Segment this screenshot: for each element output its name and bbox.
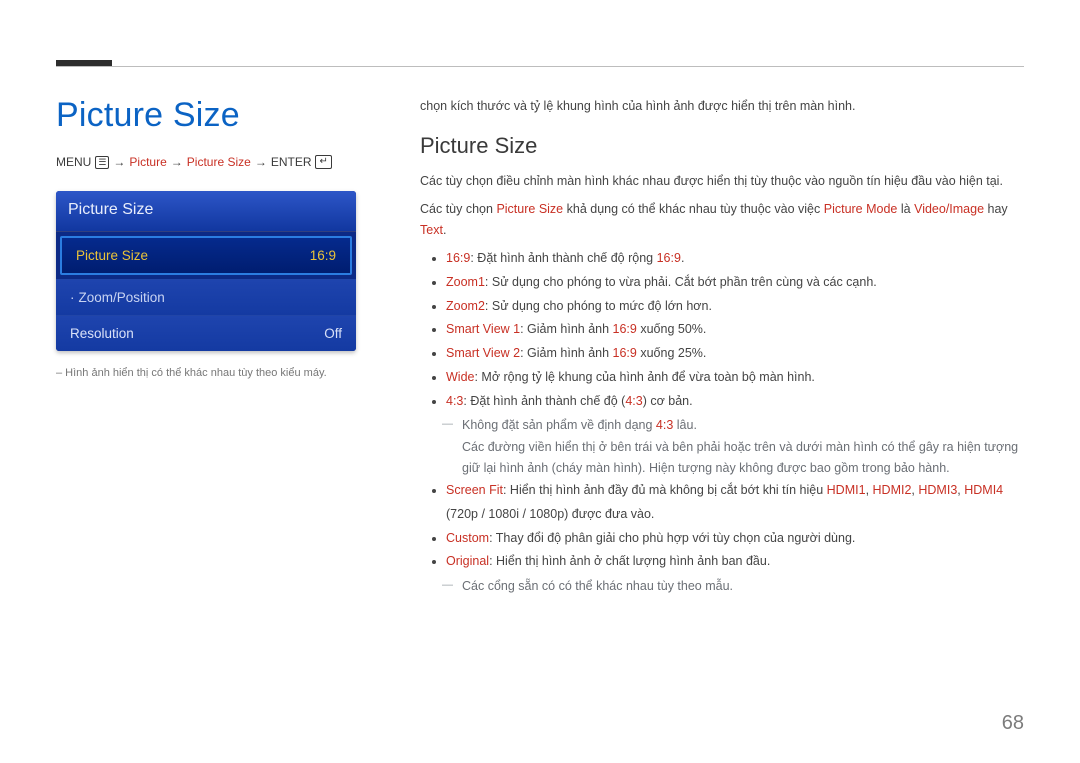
opt-key: Zoom1 (446, 275, 485, 289)
chevron-right-icon: → (171, 155, 183, 169)
hdmi-1: HDMI1 (827, 483, 866, 497)
menu-row-text: Zoom/Position (79, 290, 165, 305)
p2-d: Picture Mode (824, 202, 898, 216)
hdmi-4: HDMI4 (964, 483, 1003, 497)
p2-e: là (897, 202, 914, 216)
list-item: Zoom2: Sử dụng cho phóng to mức độ lớn h… (446, 295, 1024, 319)
menu-row-label: · Zoom/Position (70, 290, 165, 305)
subnote-pre: Không đặt sản phẩm về định dạng (462, 418, 656, 432)
menu-row-value: 16:9 (310, 248, 336, 263)
menu-row-zoom-position[interactable]: · Zoom/Position (56, 279, 356, 315)
subnote-list: Không đặt sản phẩm về định dạng 4:3 lâu.… (446, 415, 1024, 479)
subnote-list: Các cổng sẵn có có thể khác nhau tùy the… (446, 576, 1024, 597)
top-rule (56, 66, 1024, 67)
two-column-layout: Picture Size MENU ☰ → Picture → Picture … (56, 48, 1024, 597)
crumb-step-picture: Picture (129, 155, 166, 169)
options-list: 16:9: Đặt hình ảnh thành chế độ rộng 16:… (420, 247, 1024, 597)
p2-f: Video/Image (914, 202, 984, 216)
p2-c: khả dụng có thể khác nhau tùy thuộc vào … (563, 202, 824, 216)
opt-tail: 16:9 (613, 322, 637, 336)
opt-text: : Đặt hình ảnh thành chế độ ( (463, 394, 625, 408)
opt-key: Custom (446, 531, 489, 545)
chevron-right-icon: → (255, 155, 267, 169)
chevron-right-icon: → (113, 155, 125, 169)
opt-key: 16:9 (446, 251, 470, 265)
opt-key: Screen Fit (446, 483, 503, 497)
menu-row-resolution[interactable]: Resolution Off (56, 315, 356, 351)
page-number: 68 (1002, 712, 1024, 735)
list-item: Smart View 1: Giảm hình ảnh 16:9 xuống 5… (446, 318, 1024, 342)
opt-tail: 16:9 (657, 251, 681, 265)
menu-icon: ☰ (95, 156, 109, 169)
subnote-text: Các đường viền hiển thị ở bên trái và bê… (462, 440, 1018, 475)
menu-row-label: Picture Size (76, 248, 148, 263)
opt-post: xuống 25%. (637, 346, 707, 360)
opt-post: xuống 50%. (637, 322, 707, 336)
left-column: Picture Size MENU ☰ → Picture → Picture … (56, 96, 376, 597)
list-item: Custom: Thay đổi độ phân giải cho phù hợ… (446, 527, 1024, 551)
list-item: Screen Fit: Hiển thị hình ảnh đầy đủ mà … (446, 479, 1024, 527)
opt-text: : Đặt hình ảnh thành chế độ rộng (470, 251, 656, 265)
menu-panel: Picture Size Picture Size 16:9 · Zoom/Pos… (56, 191, 356, 351)
opt-text: : Mở rộng tỷ lệ khung của hình ảnh để vừ… (474, 370, 814, 384)
menu-row-value: Off (324, 326, 342, 341)
hdmi-2: HDMI2 (873, 483, 912, 497)
list-item: Wide: Mở rộng tỷ lệ khung của hình ảnh đ… (446, 366, 1024, 390)
page-root: Picture Size MENU ☰ → Picture → Picture … (0, 0, 1080, 763)
opt-text: : Thay đổi độ phân giải cho phù hợp với … (489, 531, 855, 545)
opt-tail: 4:3 (625, 394, 642, 408)
crumb-enter-label: ENTER (271, 155, 312, 169)
opt-text: : Sử dụng cho phóng to vừa phải. Cắt bớt… (485, 275, 877, 289)
opt-text: : Giảm hình ảnh (520, 346, 612, 360)
opt-post: . (681, 251, 684, 265)
subnote-hl: 4:3 (656, 418, 673, 432)
subnote-post: lâu. (673, 418, 697, 432)
p2-b: Picture Size (496, 202, 563, 216)
list-item: Zoom1: Sử dụng cho phóng to vừa phải. Cắ… (446, 271, 1024, 295)
panel-footnote: – Hình ảnh hiển thị có thể khác nhau tùy… (56, 367, 376, 379)
opt-key: Smart View 2 (446, 346, 520, 360)
p2-h: Text (420, 223, 443, 237)
opt-post: ) cơ bản. (643, 394, 693, 408)
hdmi-3: HDMI3 (918, 483, 957, 497)
opt-post: (720p / 1080i / 1080p) được đưa vào. (446, 507, 654, 521)
opt-key: Original (446, 554, 489, 568)
list-item: 4:3: Đặt hình ảnh thành chế độ (4:3) cơ … (446, 390, 1024, 480)
bullet-dot-icon: · (70, 290, 75, 305)
paragraph-1: Các tùy chọn điều chỉnh màn hình khác nh… (420, 171, 1024, 192)
panel-title: Picture Size (56, 191, 356, 232)
page-title: Picture Size (56, 96, 376, 135)
sep: , (866, 483, 873, 497)
p2-i: . (443, 223, 446, 237)
crumb-step-picture-size: Picture Size (187, 155, 251, 169)
opt-key: 4:3 (446, 394, 463, 408)
opt-text: : Sử dụng cho phóng to mức độ lớn hơn. (485, 299, 712, 313)
opt-text: : Giảm hình ảnh (520, 322, 612, 336)
breadcrumb: MENU ☰ → Picture → Picture Size → ENTER … (56, 155, 332, 169)
opt-text: : Hiển thị hình ảnh đầy đủ mà không bị c… (503, 483, 827, 497)
crumb-menu-label: MENU (56, 155, 91, 169)
section-marker (56, 60, 112, 66)
subnote-item: Không đặt sản phẩm về định dạng 4:3 lâu.… (446, 415, 1024, 479)
section-heading: Picture Size (420, 133, 1024, 159)
list-item: Original: Hiển thị hình ảnh ở chất lượng… (446, 550, 1024, 597)
list-item: Smart View 2: Giảm hình ảnh 16:9 xuống 2… (446, 342, 1024, 366)
opt-key: Zoom2 (446, 299, 485, 313)
intro-text: chọn kích thước và tỷ lệ khung hình của … (420, 96, 1024, 117)
p2-g: hay (984, 202, 1008, 216)
opt-key: Wide (446, 370, 474, 384)
right-column: chọn kích thước và tỷ lệ khung hình của … (420, 96, 1024, 597)
opt-text: : Hiển thị hình ảnh ở chất lượng hình ản… (489, 554, 770, 568)
menu-row-picture-size[interactable]: Picture Size 16:9 (60, 236, 352, 275)
paragraph-2: Các tùy chọn Picture Size khả dụng có th… (420, 199, 1024, 242)
list-item: 16:9: Đặt hình ảnh thành chế độ rộng 16:… (446, 247, 1024, 271)
opt-tail: 16:9 (613, 346, 637, 360)
enter-icon: ↵ (315, 155, 331, 169)
p2-a: Các tùy chọn (420, 202, 496, 216)
opt-key: Smart View 1 (446, 322, 520, 336)
subnote-item: Các cổng sẵn có có thể khác nhau tùy the… (446, 576, 1024, 597)
menu-row-label: Resolution (70, 326, 134, 341)
